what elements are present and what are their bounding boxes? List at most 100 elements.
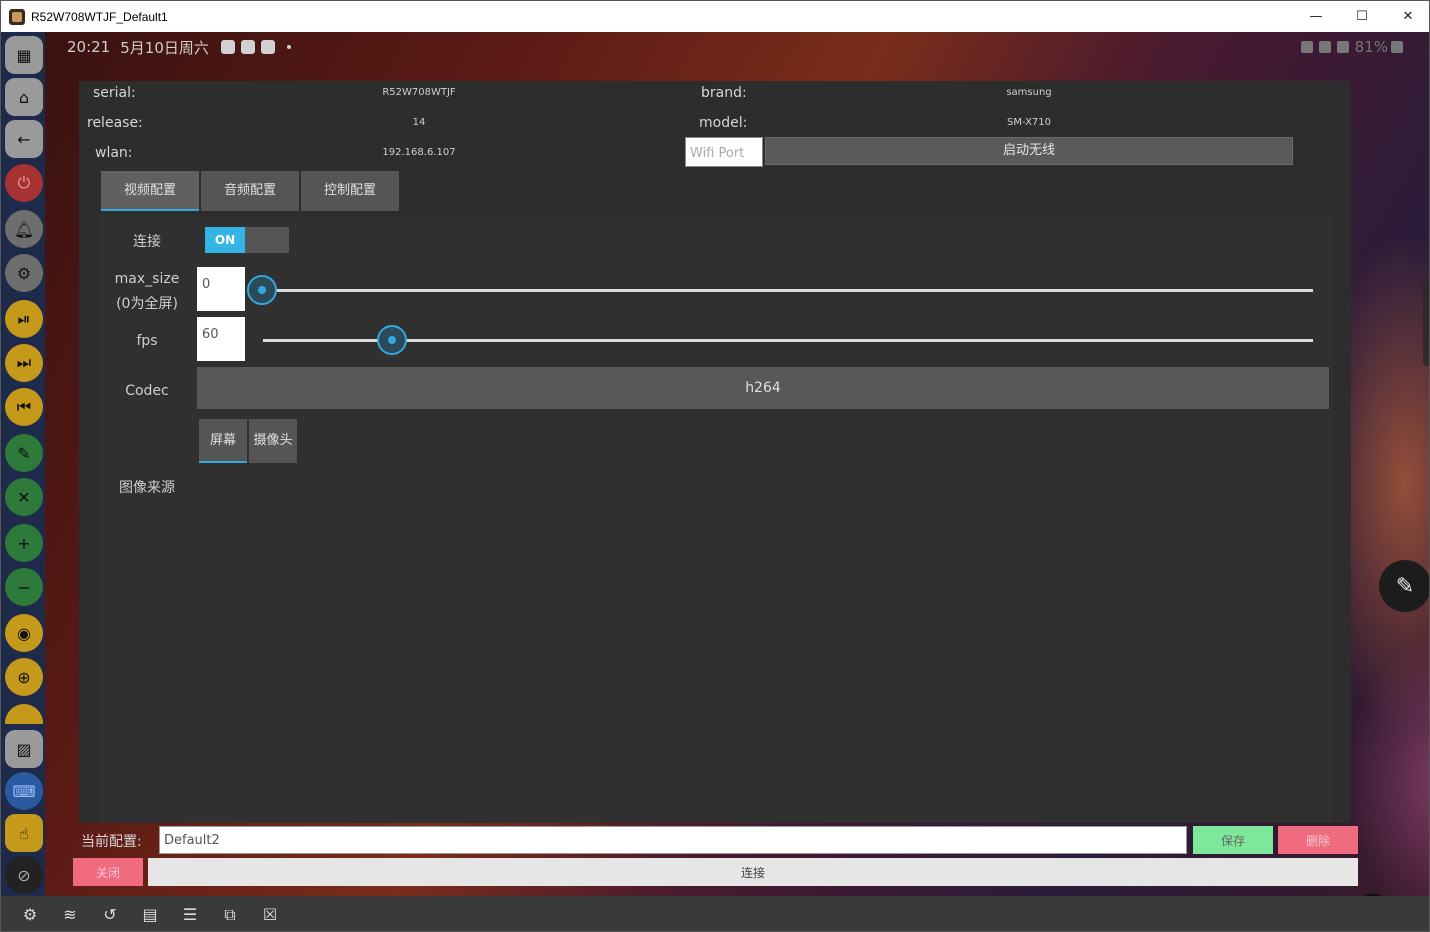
timer-icon xyxy=(220,40,235,54)
settings-button[interactable]: ⚙ xyxy=(5,254,43,292)
file-settings-icon[interactable]: ▤ xyxy=(139,904,161,926)
play-pause-button[interactable]: ⏯ xyxy=(5,300,43,338)
connect-button[interactable]: 连接 xyxy=(148,858,1358,886)
wifi-port-input[interactable]: Wifi Port xyxy=(685,137,763,167)
app-logo-icon xyxy=(9,8,25,25)
previous-track-button[interactable]: ⏮ xyxy=(5,388,43,426)
touch-hand-icon: ☝ xyxy=(19,823,29,843)
serial-label: serial: xyxy=(93,85,136,101)
wlan-value: 192.168.6.107 xyxy=(382,147,456,158)
image-source-label: 图像来源 xyxy=(119,480,175,496)
close-window-button[interactable]: ✕ xyxy=(1385,1,1429,32)
max-size-slider-thumb[interactable] xyxy=(247,275,277,305)
notification-bell-icon: 🔔︎ xyxy=(13,219,35,239)
settings-gear-icon: ⚙ xyxy=(16,263,32,283)
save-button[interactable]: 保存 xyxy=(1193,826,1273,854)
previous-track-icon: ⏮ xyxy=(16,397,32,416)
power-button[interactable]: ⏻ xyxy=(5,164,43,202)
window-title: R52W708WTJF_Default1 xyxy=(31,9,168,24)
model-label: model: xyxy=(699,115,748,131)
volume-mute-icon: ✕ xyxy=(17,487,31,507)
source-camera-button[interactable]: 摄像头 xyxy=(249,419,297,463)
touch-off-icon: ⊘ xyxy=(17,865,31,885)
max-size-label: max_size xyxy=(114,271,180,287)
next-track-icon: ⏭ xyxy=(16,353,32,372)
codec-label: Codec xyxy=(125,383,169,399)
fps-slider-thumb[interactable] xyxy=(377,325,407,355)
serial-value: R52W708WTJF xyxy=(382,87,456,98)
release-label: release: xyxy=(87,115,143,131)
close-button[interactable]: 关闭 xyxy=(73,858,143,886)
wlan-label: wlan: xyxy=(95,145,133,161)
touch-button[interactable]: ☝ xyxy=(5,814,43,852)
app-window: R52W708WTJF_Default1 — ☐ ✕ ▦ ⌂ ← ⏻ 🔔︎ ⚙ … xyxy=(0,0,1430,932)
pen-fab-button[interactable]: ✎ xyxy=(1379,560,1429,612)
home-icon: ⌂ xyxy=(18,87,30,107)
mic-off-button[interactable]: ✎ xyxy=(5,434,43,472)
battery-icon xyxy=(1391,41,1403,53)
tab-audio-config[interactable]: 音频配置 xyxy=(201,171,299,211)
back-arrow-icon: ← xyxy=(17,129,31,149)
max-size-hint: (0为全屏) xyxy=(116,296,178,312)
brand-label: brand: xyxy=(701,85,747,101)
connect-label: 连接 xyxy=(133,234,161,250)
volume-mute-button[interactable]: ✕ xyxy=(5,478,43,516)
connect-toggle[interactable]: ON xyxy=(205,227,289,253)
settings-cog-icon[interactable]: ⚙ xyxy=(19,904,41,926)
volume-up-button[interactable]: + xyxy=(5,524,43,562)
config-tabs: 视频配置 音频配置 控制配置 xyxy=(101,171,401,211)
wifi-add-icon[interactable]: ≋ xyxy=(59,904,81,926)
bag-icon xyxy=(260,40,275,54)
current-config-input[interactable]: Default2 xyxy=(159,826,1187,854)
minimize-button[interactable]: — xyxy=(1293,1,1339,32)
brand-value: samsung xyxy=(1006,87,1052,98)
delete-button[interactable]: 删除 xyxy=(1278,826,1358,854)
keyboard-button[interactable]: ⌨ xyxy=(5,772,43,810)
scroll-partial-button[interactable] xyxy=(5,704,43,724)
screenshot-button[interactable]: ◉ xyxy=(5,614,43,652)
volume-down-icon: − xyxy=(17,577,31,597)
mute-status-icon xyxy=(1318,41,1331,53)
toggle-on-indicator: ON xyxy=(205,227,245,253)
title-bar: R52W708WTJF_Default1 — ☐ ✕ xyxy=(1,1,1429,32)
list-icon[interactable]: ☰ xyxy=(179,904,201,926)
zoom-in-icon: ⊕ xyxy=(17,667,31,687)
tab-control-config[interactable]: 控制配置 xyxy=(301,171,399,211)
maximize-button[interactable]: ☐ xyxy=(1339,1,1385,32)
max-size-slider-track[interactable] xyxy=(263,289,1313,292)
apps-grid-icon: ▦ xyxy=(16,45,32,65)
touch-off-button[interactable]: ⊘ xyxy=(5,856,43,894)
next-track-button[interactable]: ⏭ xyxy=(5,344,43,382)
screen-off-button[interactable]: ▨ xyxy=(5,730,43,768)
video-config-panel: 连接 ON max_size (0为全屏) 0 fps 60 Codec h26… xyxy=(99,215,1333,823)
battery-percent: 81% xyxy=(1354,38,1388,56)
volume-up-icon: + xyxy=(17,533,31,553)
close-box-icon[interactable]: ☒ xyxy=(259,904,281,926)
volume-down-button[interactable]: − xyxy=(5,568,43,606)
power-icon: ⏻ xyxy=(17,173,31,192)
zoom-in-button[interactable]: ⊕ xyxy=(5,658,43,696)
start-wireless-button[interactable]: 启动无线 xyxy=(765,137,1293,165)
window-expand-icon[interactable]: ⧉ xyxy=(219,904,241,926)
fps-slider-track[interactable] xyxy=(263,339,1313,342)
notification-button[interactable]: 🔔︎ xyxy=(5,210,43,248)
fps-input[interactable]: 60 xyxy=(197,317,245,361)
apps-grid-button[interactable]: ▦ xyxy=(5,36,43,74)
window-controls: — ☐ ✕ xyxy=(1293,1,1429,32)
back-button[interactable]: ← xyxy=(5,120,43,158)
status-date: 5月10日周六 xyxy=(120,38,209,57)
config-dialog: serial: R52W708WTJF brand: samsung relea… xyxy=(79,81,1351,823)
history-icon[interactable]: ↺ xyxy=(99,904,121,926)
gallery-icon xyxy=(240,40,255,54)
fps-label: fps xyxy=(136,333,158,349)
source-screen-button[interactable]: 屏幕 xyxy=(199,419,247,463)
bottom-toolbar: ⚙ ≋ ↺ ▤ ☰ ⧉ ☒ xyxy=(1,896,1429,931)
tab-video-config[interactable]: 视频配置 xyxy=(101,171,199,211)
codec-select[interactable]: h264 xyxy=(197,367,1329,409)
pen-status-icon xyxy=(1300,41,1313,53)
max-size-input[interactable]: 0 xyxy=(197,267,245,311)
home-button[interactable]: ⌂ xyxy=(5,78,43,116)
edge-panel-handle[interactable] xyxy=(1423,280,1429,366)
status-time: 20:21 xyxy=(67,38,111,56)
current-config-label: 当前配置: xyxy=(81,834,142,850)
